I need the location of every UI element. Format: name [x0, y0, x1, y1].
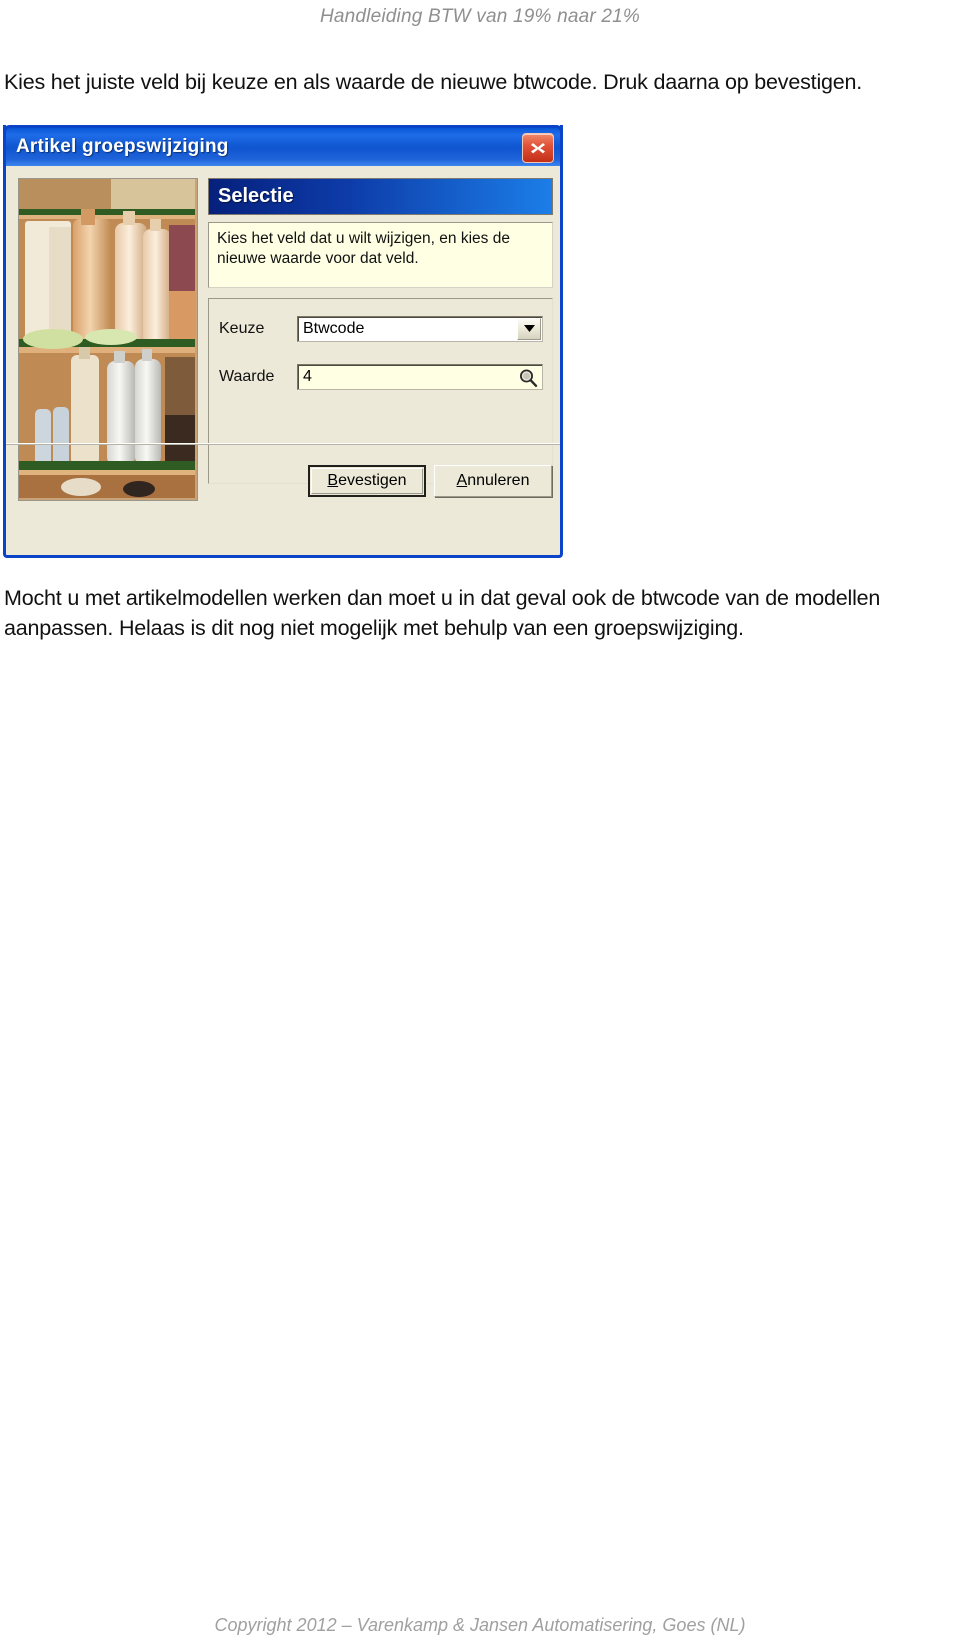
- dialog-body: Selectie Kies het veld dat u wilt wijzig…: [6, 166, 560, 518]
- closing-paragraph: Mocht u met artikelmodellen werken dan m…: [4, 586, 881, 640]
- page-header: Handleiding BTW van 19% naar 21%: [319, 6, 641, 27]
- annuleren-button[interactable]: Annuleren: [434, 465, 552, 497]
- annuleren-button-label: Annuleren: [456, 472, 530, 489]
- section-header: Selectie: [208, 178, 553, 215]
- dialog-titlebar: Artikel groepswijziging: [3, 125, 563, 166]
- keuze-dropdown[interactable]: Btwcode: [297, 315, 543, 342]
- magnifier-icon[interactable]: [518, 368, 538, 388]
- field-row-waarde: Waarde 4: [219, 363, 543, 390]
- bevestigen-button[interactable]: Bevestigen: [308, 465, 426, 497]
- field-row-keuze: Keuze Btwcode: [219, 315, 543, 342]
- waarde-value: 4: [303, 367, 312, 385]
- waarde-input[interactable]: 4: [297, 363, 543, 390]
- bevestigen-button-label: Bevestigen: [327, 472, 407, 489]
- intro-paragraph: Kies het juiste veld bij keuze en als wa…: [4, 70, 863, 94]
- artikel-groepswijziging-dialog: Artikel groepswijziging Selectie Kies he…: [3, 125, 563, 558]
- waarde-label: Waarde: [219, 367, 275, 385]
- section-description: Kies het veld dat u wilt wijzigen, en ki…: [208, 222, 553, 288]
- chevron-down-icon[interactable]: [517, 317, 541, 340]
- section-header-label: Selectie: [218, 185, 294, 207]
- keuze-selected-value: Btwcode: [303, 319, 365, 337]
- dialog-button-bar: Bevestigen Annuleren: [6, 443, 560, 518]
- page-footer: Copyright 2012 – Varenkamp & Jansen Auto…: [214, 1615, 746, 1635]
- close-icon[interactable]: [522, 133, 554, 163]
- keuze-label: Keuze: [219, 319, 265, 337]
- dialog-title: Artikel groepswijziging: [16, 136, 229, 157]
